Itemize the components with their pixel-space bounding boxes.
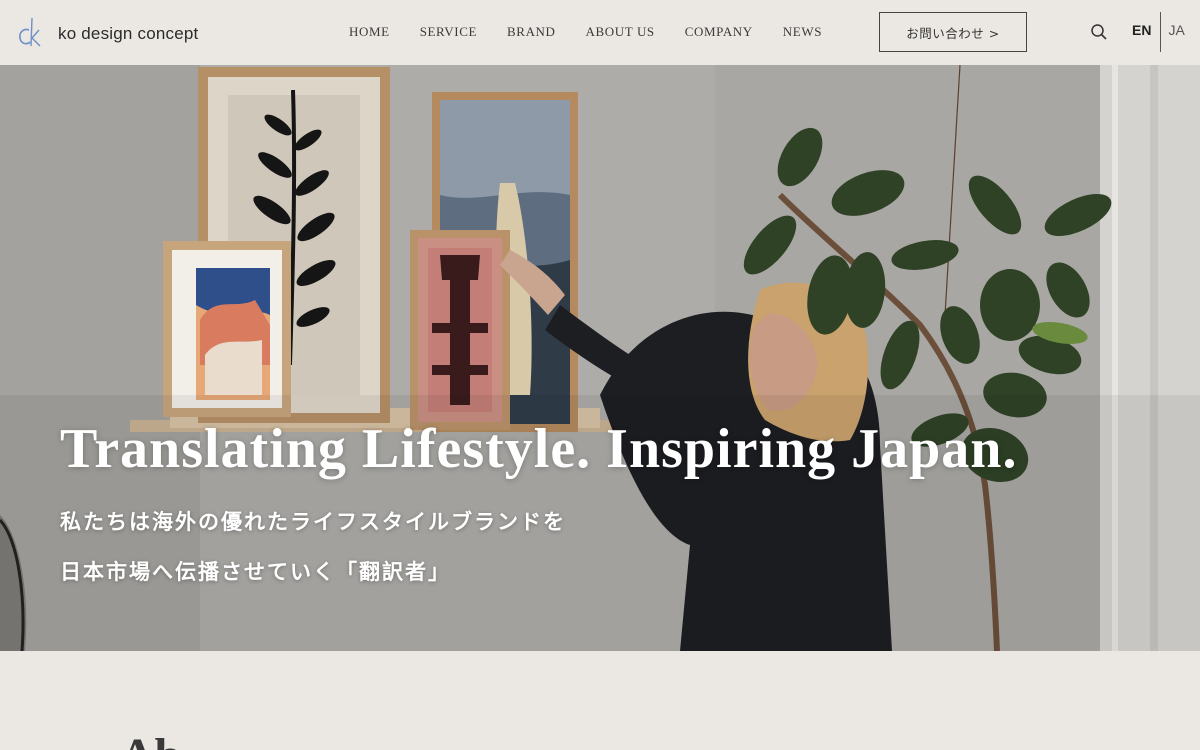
hero-subtitle-line-2: 日本市場へ伝播させていく「翻訳者」 <box>60 560 451 584</box>
hero-title: Translating Lifestyle. Inspiring Japan. <box>60 418 1018 480</box>
lang-en-button[interactable]: EN <box>1130 12 1153 52</box>
contact-button[interactable]: お問い合わせ > <box>879 12 1027 52</box>
ck-monogram-logo-icon <box>19 17 41 47</box>
hero-subtitle-line-1: 私たちは海外の優れたライフスタイルブランドを <box>60 510 566 534</box>
nav-item-news[interactable]: NEWS <box>783 24 822 40</box>
lang-divider <box>1160 12 1162 52</box>
about-section-heading: Ab <box>120 728 181 750</box>
nav-item-company[interactable]: COMPANY <box>685 24 753 40</box>
search-icon[interactable] <box>1090 23 1108 41</box>
nav-item-about-us[interactable]: ABOUT US <box>586 24 655 40</box>
nav-item-home[interactable]: HOME <box>349 24 390 40</box>
nav-item-service[interactable]: SERVICE <box>420 24 477 40</box>
main-nav: HOME SERVICE BRAND ABOUT US COMPANY NEWS <box>349 24 822 40</box>
lang-ja-button[interactable]: JA <box>1168 12 1184 52</box>
brand-logo[interactable]: ko design concept <box>16 16 198 52</box>
nav-item-brand[interactable]: BRAND <box>507 24 556 40</box>
site-header: ko design concept HOME SERVICE BRAND ABO… <box>0 0 1200 65</box>
brand-name: ko design concept <box>58 24 199 43</box>
language-switcher: EN JA <box>1130 12 1185 52</box>
hero-section: Translating Lifestyle. Inspiring Japan. … <box>0 65 1200 651</box>
